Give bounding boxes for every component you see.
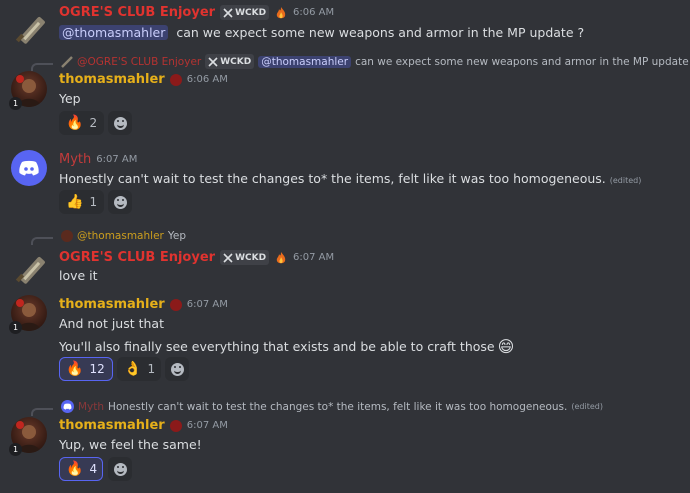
- reaction-thumbs-up[interactable]: 👍 1: [59, 190, 104, 214]
- timestamp: 6:07 AM: [186, 299, 228, 310]
- smiley-icon: [113, 462, 127, 476]
- reply-connector: [31, 63, 53, 71]
- avatar-mini: [61, 230, 73, 242]
- reaction-fire[interactable]: 🔥 4: [59, 457, 103, 481]
- avatar-ogre[interactable]: [14, 244, 54, 284]
- flame-badge-icon: [276, 251, 286, 263]
- crossed-swords-icon: [208, 56, 218, 67]
- role-icon: 1: [9, 321, 22, 334]
- message-content: Honestly can't wait to test the changes …: [59, 171, 641, 186]
- clan-tag-label: WCKD: [235, 7, 267, 18]
- creature-badge-icon: [169, 419, 182, 432]
- reaction-count: 1: [89, 195, 98, 209]
- smiley-icon: [113, 195, 127, 209]
- username-thomasmahler[interactable]: thomasmahler: [59, 297, 165, 312]
- message-content: You'll also finally see everything that …: [59, 337, 514, 356]
- timestamp: 6:06 AM: [293, 7, 335, 18]
- clan-tag-label: WCKD: [235, 252, 267, 263]
- username-myth[interactable]: Myth: [59, 152, 91, 167]
- discord-logo-icon: [61, 400, 74, 413]
- message-text: You'll also finally see everything that …: [59, 339, 495, 354]
- reaction-fire[interactable]: 🔥 2: [59, 111, 104, 135]
- reaction-count: 12: [89, 362, 105, 376]
- sword-icon: [15, 257, 45, 284]
- add-reaction-button[interactable]: [165, 357, 189, 381]
- username-thomasmahler[interactable]: thomasmahler: [59, 72, 165, 87]
- role-icon: 1: [9, 97, 22, 110]
- reply-preview[interactable]: Myth Honestly can't wait to test the cha…: [61, 400, 603, 413]
- message-text: Yep: [59, 91, 81, 106]
- ok-hand-emoji-icon: 👌: [124, 361, 142, 377]
- clan-tag-label: WCKD: [220, 56, 252, 67]
- clan-tag: WCKD: [205, 54, 255, 69]
- clan-tag[interactable]: WCKD: [220, 250, 270, 265]
- timestamp: 6:07 AM: [96, 154, 138, 165]
- reaction-count: 4: [89, 462, 98, 476]
- clan-tag[interactable]: WCKD: [220, 5, 270, 20]
- discord-logo-icon: [19, 160, 39, 176]
- message-text: Honestly can't wait to test the changes …: [59, 171, 606, 186]
- fire-emoji-icon: 🔥: [66, 361, 84, 377]
- reply-snippet: Yep: [167, 230, 186, 242]
- smiley-icon: [113, 116, 127, 130]
- reply-author: @OGRE'S CLUB Enjoyer: [77, 55, 202, 68]
- flame-badge-icon: [276, 6, 286, 18]
- reply-author: @thomasmahler: [77, 230, 164, 242]
- smiley-icon: [170, 362, 184, 376]
- avatar-ogre[interactable]: [14, 4, 54, 44]
- reply-snippet: Honestly can't wait to test the changes …: [108, 400, 568, 413]
- fire-emoji-icon: 🔥: [66, 115, 84, 131]
- edited-label: (edited): [571, 402, 603, 411]
- message-text: love it: [59, 268, 98, 283]
- sword-icon: [15, 17, 45, 44]
- timestamp: 6:07 AM: [293, 252, 335, 263]
- add-reaction-button[interactable]: [108, 111, 132, 135]
- sword-icon: [61, 55, 73, 68]
- creature-badge-icon: [169, 73, 182, 86]
- thumbs-up-emoji-icon: 👍: [66, 194, 84, 210]
- reply-author: Myth: [78, 400, 105, 413]
- message-content: @thomasmahler can we expect some new wea…: [59, 25, 584, 40]
- add-reaction-button[interactable]: [108, 190, 132, 214]
- crossed-swords-icon: [223, 252, 233, 263]
- reply-connector: [31, 408, 53, 416]
- timestamp: 6:07 AM: [186, 420, 228, 431]
- username-ogre[interactable]: OGRE'S CLUB Enjoyer: [59, 5, 215, 20]
- message-text: can we expect some new weapons and armor…: [176, 25, 585, 40]
- reply-preview[interactable]: @thomasmahler Yep: [61, 230, 186, 242]
- avatar-myth[interactable]: [11, 150, 47, 186]
- username-thomasmahler[interactable]: thomasmahler: [59, 418, 165, 433]
- reply-snippet: can we expect some new weapons and armor…: [355, 55, 690, 68]
- edited-label: (edited): [609, 176, 642, 185]
- message-text: Yup, we feel the same!: [59, 437, 202, 452]
- reaction-fire[interactable]: 🔥 12: [59, 357, 113, 381]
- message-text: And not just that: [59, 316, 164, 331]
- role-icon: 1: [9, 443, 22, 456]
- reply-preview[interactable]: @OGRE'S CLUB Enjoyer WCKD @thomasmahler …: [61, 54, 690, 69]
- reaction-ok-hand[interactable]: 👌 1: [117, 357, 161, 381]
- crossed-swords-icon: [223, 7, 233, 18]
- fire-emoji-icon: 🔥: [66, 461, 84, 477]
- add-reaction-button[interactable]: [108, 457, 132, 481]
- username-ogre[interactable]: OGRE'S CLUB Enjoyer: [59, 250, 215, 265]
- reaction-count: 1: [147, 362, 156, 376]
- grin-emoji-icon: 😄: [497, 337, 515, 356]
- reaction-count: 2: [89, 116, 98, 130]
- mention-thomasmahler: @thomasmahler: [258, 55, 352, 68]
- creature-badge-icon: [169, 298, 182, 311]
- mention-thomasmahler[interactable]: @thomasmahler: [59, 25, 169, 40]
- timestamp: 6:06 AM: [186, 74, 228, 85]
